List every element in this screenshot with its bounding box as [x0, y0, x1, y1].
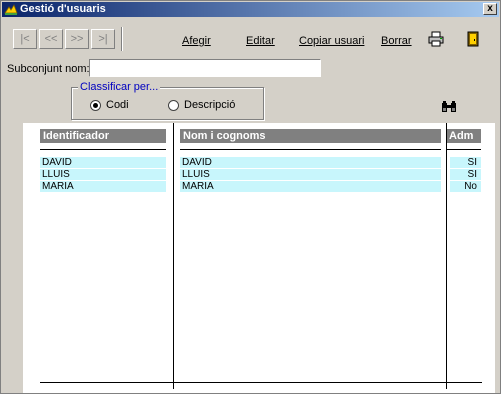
sort-groupbox-legend: Classificar per... — [78, 81, 161, 93]
subset-name-input[interactable] — [89, 59, 321, 77]
user-management-window: Gestió d'usuaris x |< << >> >| Afegir Ed… — [0, 0, 501, 394]
copy-user-button[interactable]: Copiar usuari — [299, 35, 364, 47]
cell-admin[interactable]: No — [450, 181, 481, 192]
delete-button[interactable]: Borrar — [381, 35, 412, 47]
printer-icon[interactable] — [428, 31, 444, 47]
cell-identifier[interactable]: LLUIS — [40, 169, 166, 180]
column-header-admin[interactable]: Adm — [446, 129, 481, 143]
sort-by-description-label: Descripció — [184, 99, 236, 111]
radio-checked-icon — [90, 99, 101, 111]
header-underline — [40, 149, 166, 150]
subset-name-label: Subconjunt nom: — [7, 63, 90, 75]
toolbar-separator — [121, 27, 123, 51]
cell-full-name[interactable]: LLUIS — [180, 169, 441, 180]
cell-full-name[interactable]: MARIA — [180, 181, 441, 192]
sort-by-code-label: Codi — [106, 99, 129, 111]
add-button[interactable]: Afegir — [182, 35, 211, 47]
column-divider — [173, 123, 174, 389]
cell-admin[interactable]: SI — [450, 157, 481, 168]
next-record-button[interactable]: >> — [65, 29, 89, 49]
title-bar[interactable]: Gestió d'usuaris x — [2, 2, 499, 17]
first-record-button[interactable]: |< — [13, 29, 37, 49]
sort-groupbox: Classificar per... Codi Descripció — [71, 81, 264, 120]
app-icon — [4, 4, 18, 15]
last-record-button[interactable]: >| — [91, 29, 115, 49]
window-title: Gestió d'usuaris — [20, 3, 106, 15]
toolbar: |< << >> >| Afegir Editar Copiar usuari … — [9, 25, 494, 53]
cell-admin[interactable]: SI — [450, 169, 481, 180]
exit-door-icon[interactable] — [465, 31, 481, 47]
cell-full-name[interactable]: DAVID — [180, 157, 441, 168]
sort-by-code-radio[interactable]: Codi — [90, 99, 129, 111]
users-grid: Identificador Nom i cognoms Adm DAVID DA… — [23, 123, 495, 393]
header-underline — [180, 149, 441, 150]
column-divider — [446, 123, 447, 389]
cell-identifier[interactable]: DAVID — [40, 157, 166, 168]
column-header-full-name[interactable]: Nom i cognoms — [180, 129, 441, 143]
edit-button[interactable]: Editar — [246, 35, 275, 47]
previous-record-button[interactable]: << — [39, 29, 63, 49]
radio-unchecked-icon — [168, 99, 179, 111]
column-header-identifier[interactable]: Identificador — [40, 129, 166, 143]
sort-by-description-radio[interactable]: Descripció — [168, 99, 235, 111]
binoculars-icon[interactable] — [440, 100, 458, 114]
grid-bottom-line — [40, 382, 482, 383]
close-button[interactable]: x — [483, 3, 497, 15]
cell-identifier[interactable]: MARIA — [40, 181, 166, 192]
header-underline — [446, 149, 481, 150]
